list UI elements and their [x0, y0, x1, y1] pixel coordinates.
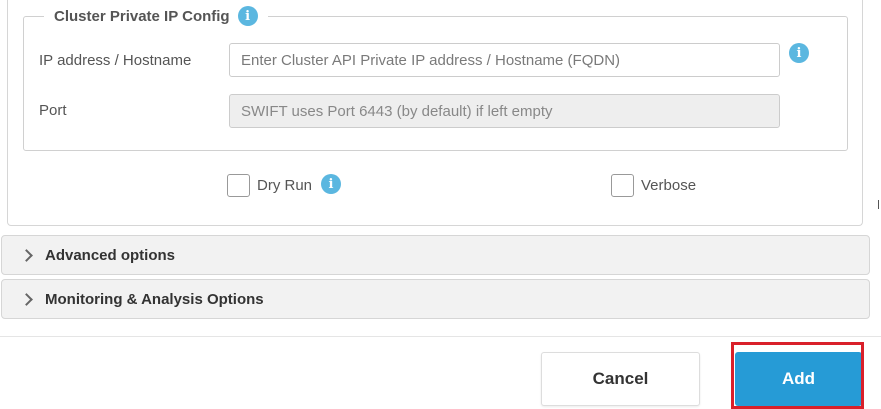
- fieldset-legend: Cluster Private IP Config i: [44, 4, 268, 28]
- add-button[interactable]: Add: [735, 352, 862, 406]
- cluster-private-ip-fieldset: [23, 16, 848, 151]
- port-label: Port: [39, 102, 67, 119]
- ip-address-input[interactable]: [229, 43, 780, 77]
- info-icon[interactable]: i: [237, 6, 258, 26]
- monitoring-analysis-accordion[interactable]: Monitoring & Analysis Options: [1, 279, 870, 319]
- chevron-right-icon: [20, 292, 33, 306]
- cancel-button[interactable]: Cancel: [541, 352, 700, 406]
- advanced-options-accordion[interactable]: Advanced options: [1, 235, 870, 275]
- ip-address-label: IP address / Hostname: [39, 52, 192, 69]
- chevron-right-icon: [20, 248, 33, 262]
- verbose-checkbox[interactable]: [611, 174, 634, 197]
- footer-divider: [0, 336, 881, 337]
- port-input[interactable]: [229, 94, 780, 128]
- dry-run-info-icon[interactable]: i: [321, 174, 341, 194]
- verbose-label[interactable]: Verbose: [641, 177, 696, 194]
- accordion-label: Advanced options: [45, 246, 176, 264]
- dry-run-checkbox[interactable]: [227, 174, 250, 197]
- fieldset-legend-text: Cluster Private IP Config: [54, 7, 230, 25]
- accordion-label: Monitoring & Analysis Options: [45, 290, 264, 308]
- ip-info-icon[interactable]: i: [789, 43, 809, 63]
- dry-run-label[interactable]: Dry Run: [257, 177, 312, 194]
